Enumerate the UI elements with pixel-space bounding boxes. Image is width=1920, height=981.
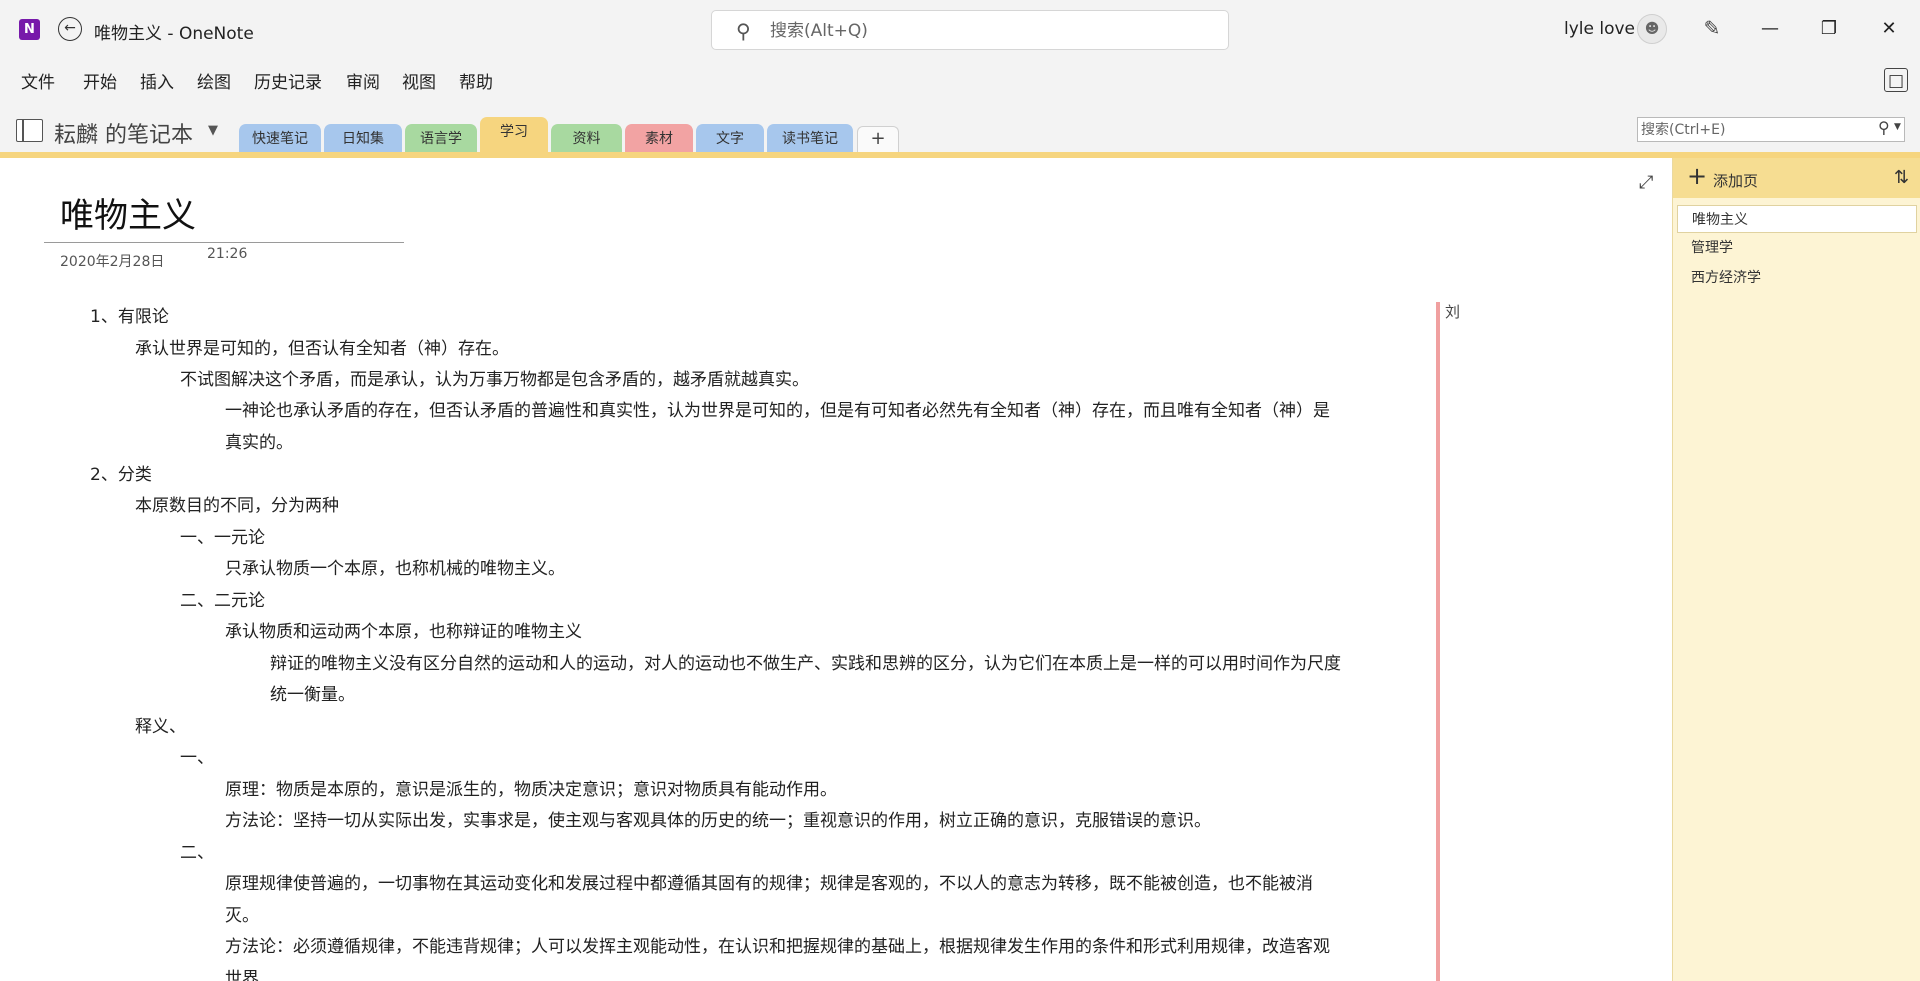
pen-icon[interactable]: ✎	[1698, 14, 1726, 42]
chevron-down-icon[interactable]: ▼	[208, 123, 218, 138]
note-line[interactable]: 世界	[225, 968, 259, 981]
note-line[interactable]: 真实的。	[225, 432, 293, 454]
note-line[interactable]: 二、二元论	[180, 590, 265, 612]
section-tab-study[interactable]: 学习	[480, 117, 548, 152]
menu-draw[interactable]: 绘图	[197, 68, 231, 93]
section-tab-sucai[interactable]: 素材	[625, 124, 693, 152]
section-bar: 耘麟 的笔记本 ▼ 快速笔记 日知集 语言学 学习 资料 素材 文字 读书笔记 …	[0, 104, 1920, 152]
page-list-pane: + 添加页 ⇅ 唯物主义 管理学 西方经济学	[1672, 158, 1920, 981]
page-title[interactable]: 唯物主义	[60, 188, 196, 237]
notebook-name[interactable]: 耘麟 的笔记本	[54, 117, 193, 149]
menu-insert[interactable]: 插入	[140, 68, 174, 93]
page-list-header: + 添加页 ⇅	[1673, 158, 1920, 198]
ribbon-menu: 文件 开始 插入 绘图 历史记录 审阅 视图 帮助 □	[0, 58, 1920, 104]
menu-help[interactable]: 帮助	[459, 68, 493, 93]
menu-history[interactable]: 历史记录	[254, 68, 322, 93]
note-line[interactable]: 辩证的唯物主义没有区分自然的运动和人的运动，对人的运动也不做生产、实践和思辨的区…	[270, 653, 1341, 675]
note-line[interactable]: 统一衡量。	[270, 684, 355, 706]
user-name[interactable]: lyle love	[1564, 19, 1635, 39]
page-item-management[interactable]: 管理学	[1677, 234, 1917, 262]
add-section-button[interactable]: +	[857, 126, 899, 152]
note-line[interactable]: 原理规律使普遍的，一切事物在其运动变化和发展过程中都遵循其固有的规律；规律是客观…	[225, 873, 1313, 895]
note-line[interactable]: 一神论也承认矛盾的存在，但否认矛盾的普遍性和真实性，认为世界是可知的，但是有可知…	[225, 400, 1330, 422]
page-search-box[interactable]: ⚲ ▼	[1637, 117, 1905, 142]
minimize-button[interactable]: —	[1747, 12, 1793, 46]
chevron-down-icon[interactable]: ▼	[1894, 122, 1901, 132]
page-search-input[interactable]	[1641, 120, 1861, 139]
plus-icon[interactable]: +	[1687, 162, 1707, 190]
notebook-icon[interactable]	[16, 119, 43, 142]
note-line[interactable]: 二、	[180, 842, 214, 864]
search-icon[interactable]: ⚲	[1878, 118, 1890, 137]
author-initial: 刘	[1445, 303, 1461, 321]
author-margin-bar	[1436, 302, 1440, 981]
note-line[interactable]: 1、有限论	[90, 306, 169, 328]
section-tab-rizhiji[interactable]: 日知集	[324, 124, 402, 152]
restore-button[interactable]: ❐	[1806, 12, 1852, 46]
note-line[interactable]: 承认世界是可知的，但否认有全知者（神）存在。	[135, 338, 509, 360]
note-line[interactable]: 释义、	[135, 716, 186, 738]
search-box[interactable]: ⚲	[711, 10, 1229, 50]
section-tab-text[interactable]: 文字	[696, 124, 764, 152]
note-line[interactable]: 灭。	[225, 905, 259, 927]
note-line[interactable]: 原理：物质是本原的，意识是派生的，物质决定意识；意识对物质具有能动作用。	[225, 779, 837, 801]
note-line[interactable]: 承认物质和运动两个本原，也称辩证的唯物主义	[225, 621, 582, 643]
search-input[interactable]	[770, 19, 1190, 43]
menu-home[interactable]: 开始	[83, 68, 117, 93]
note-line[interactable]: 一、	[180, 747, 214, 769]
note-line[interactable]: 方法论：必须遵循规律，不能违背规律；人可以发挥主观能动性，在认识和把握规律的基础…	[225, 936, 1330, 958]
note-line[interactable]: 一、一元论	[180, 527, 265, 549]
title-divider	[44, 242, 404, 243]
onenote-logo-icon: N	[19, 19, 40, 40]
back-button[interactable]: ←	[58, 17, 82, 41]
note-line[interactable]: 不试图解决这个矛盾，而是承认，认为万事万物都是包含矛盾的，越矛盾就越真实。	[180, 369, 809, 391]
page-time: 21:26	[207, 246, 248, 262]
search-icon: ⚲	[736, 19, 751, 43]
close-button[interactable]: ✕	[1866, 12, 1912, 46]
sort-icon[interactable]: ⇅	[1894, 167, 1909, 188]
avatar[interactable]: ☻	[1637, 14, 1667, 44]
note-line[interactable]: 只承认物质一个本原，也称机械的唯物主义。	[225, 558, 565, 580]
menu-view[interactable]: 视图	[402, 68, 436, 93]
note-canvas[interactable]: ⤢ 唯物主义 2020年2月28日 21:26 1、有限论 承认世界是可知的，但…	[0, 158, 1672, 981]
page-item-materialism[interactable]: 唯物主义	[1677, 205, 1917, 233]
note-line[interactable]: 2、分类	[90, 464, 152, 486]
page-item-western-economics[interactable]: 西方经济学	[1677, 264, 1917, 292]
expand-icon[interactable]: ⤢	[1639, 172, 1653, 193]
panel-toggle-icon[interactable]: □	[1884, 68, 1908, 92]
menu-review[interactable]: 审阅	[346, 68, 380, 93]
window-title: 唯物主义 - OneNote	[94, 24, 254, 44]
page-date: 2020年2月28日	[60, 254, 165, 270]
add-page-button[interactable]: 添加页	[1713, 170, 1758, 191]
section-tab-quick-notes[interactable]: 快速笔记	[239, 124, 321, 152]
section-tab-reading-notes[interactable]: 读书笔记	[767, 124, 853, 152]
note-line[interactable]: 方法论：坚持一切从实际出发，实事求是，使主观与客观具体的历史的统一；重视意识的作…	[225, 810, 1211, 832]
note-line[interactable]: 本原数目的不同，分为两种	[135, 495, 339, 517]
menu-file[interactable]: 文件	[21, 68, 55, 93]
title-bar: N ← 唯物主义 - OneNote ⚲ lyle love ☻ ✎ — ❐ ✕	[0, 0, 1920, 58]
section-tab-materials[interactable]: 资料	[551, 124, 622, 152]
section-tab-linguistics[interactable]: 语言学	[405, 124, 477, 152]
